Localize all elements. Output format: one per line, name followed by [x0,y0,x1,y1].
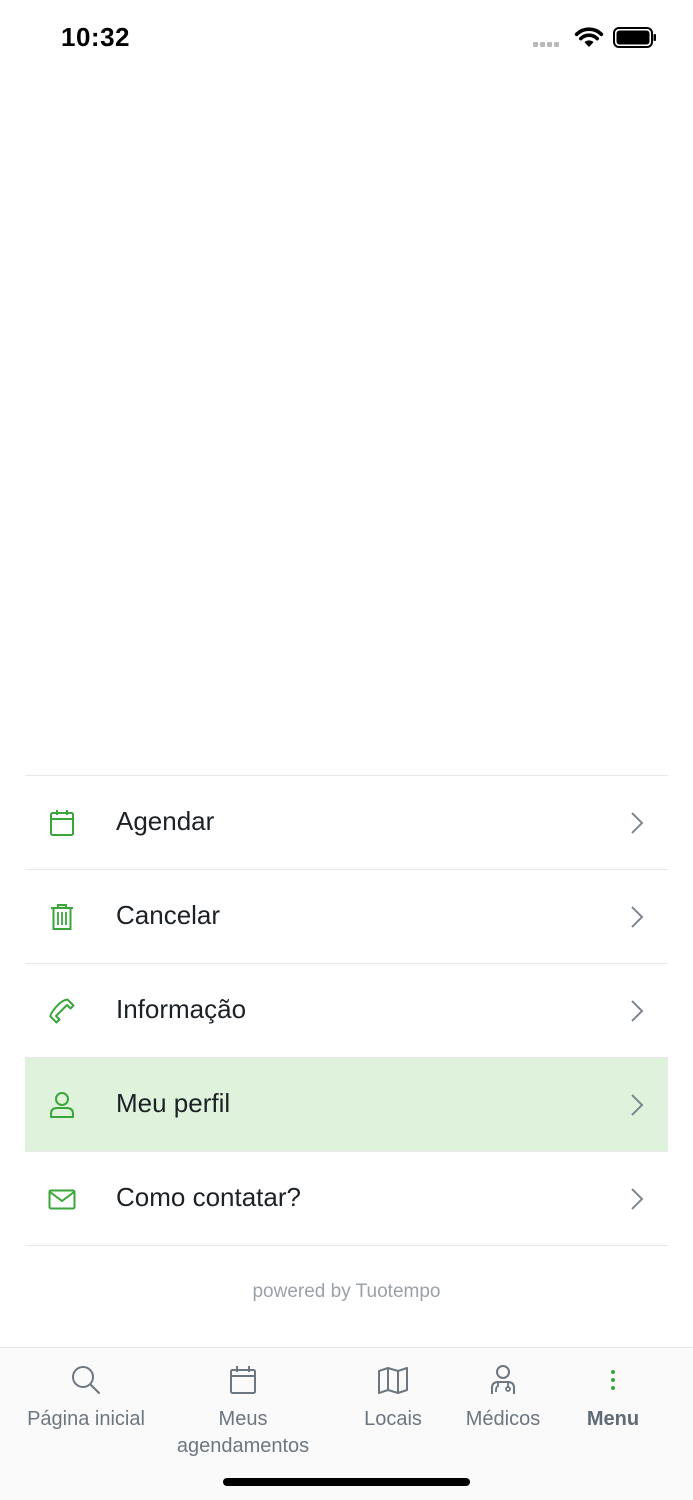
tab-meus-agendamentos[interactable]: Meus agendamentos [163,1348,323,1458]
tab-menu[interactable]: Menu [568,1348,658,1458]
chevron-right-icon [631,906,644,928]
mail-icon [48,1189,76,1210]
menu-item-informacao[interactable]: Informação [25,964,668,1058]
tab-label: Página inicial [27,1408,145,1430]
powered-by-text: powered by Tuotempo [252,1281,441,1302]
calendar-icon [50,810,74,836]
menu-item-cancelar[interactable]: Cancelar [25,870,668,964]
menu-item-label: Cancelar [116,900,221,930]
doctor-icon [491,1365,515,1394]
menu-list: Agendar Cancelar Informação Meu perfil C… [25,775,668,1246]
tab-locais[interactable]: Locais [343,1348,443,1458]
tab-label: Locais [364,1408,422,1430]
menu-item-label: Informação [116,994,247,1024]
battery-icon [613,27,656,48]
status-time: 10:32 [61,22,130,52]
menu-item-como-contatar[interactable]: Como contatar? [25,1152,668,1246]
chevron-right-icon [631,1094,644,1116]
chevron-right-icon [631,1188,644,1210]
home-indicator [223,1478,470,1486]
search-icon [72,1366,100,1394]
menu-item-meu-perfil[interactable]: Meu perfil [25,1058,668,1152]
menu-item-label: Como contatar? [116,1182,301,1212]
status-bar: 10:32 [0,0,693,76]
user-icon [50,1092,74,1118]
wifi-icon [574,27,604,47]
chevron-right-icon [631,1000,644,1022]
map-icon [378,1367,408,1394]
tab-medicos[interactable]: Médicos [453,1348,553,1458]
phone-icon [49,998,75,1024]
tab-label: Meus agendamentos [176,1408,310,1457]
cellular-signal-icon [533,42,565,48]
tab-label: Médicos [465,1408,541,1430]
calendar-icon [230,1366,256,1394]
trash-icon [51,904,73,930]
chevron-right-icon [631,812,644,834]
menu-item-agendar[interactable]: Agendar [25,776,668,870]
menu-item-label: Meu perfil [116,1088,231,1118]
tab-label: Menu [586,1408,640,1430]
tab-pagina-inicial[interactable]: Página inicial [26,1348,146,1458]
more-vertical-icon [611,1370,615,1390]
menu-item-label: Agendar [116,806,215,836]
